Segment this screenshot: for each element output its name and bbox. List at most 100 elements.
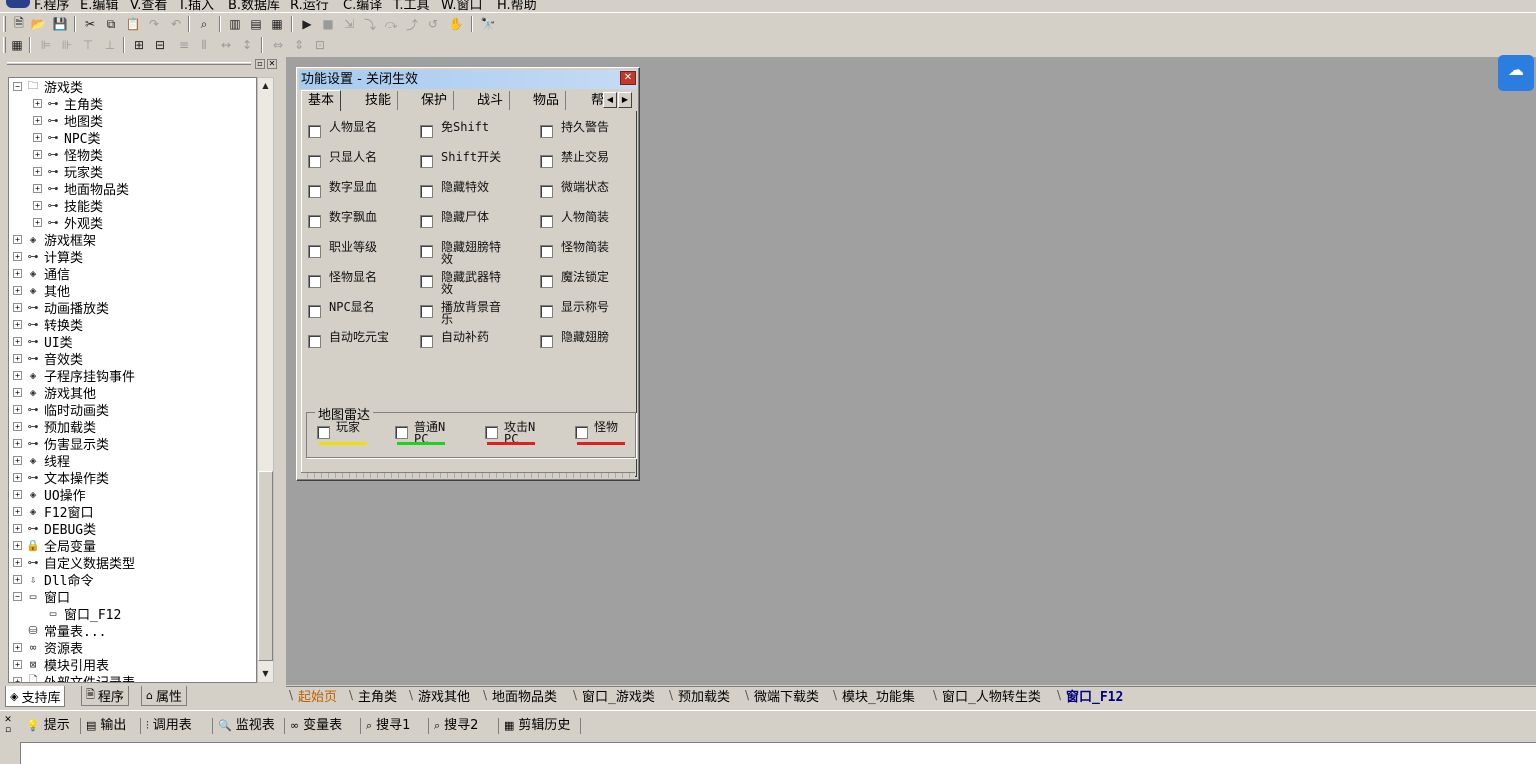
tree-toggle-icon[interactable]: + (13, 507, 22, 516)
option-checkbox[interactable] (540, 275, 553, 288)
menu-item[interactable]: E.编辑 (80, 0, 118, 11)
tree-scrollbar[interactable]: ▲ ▼ (257, 77, 274, 683)
tree-item[interactable]: + ◈ UO操作 (13, 486, 86, 504)
tree-item[interactable]: + ⊶ 转换类 (13, 316, 83, 334)
window-tab[interactable]: 起始页 (298, 688, 337, 707)
tree-toggle-icon[interactable]: + (13, 422, 22, 431)
tree-toggle-icon[interactable]: + (33, 99, 42, 108)
scroll-down-icon[interactable]: ▼ (258, 666, 273, 682)
option-checkbox[interactable] (420, 155, 433, 168)
option-checkbox[interactable] (308, 155, 321, 168)
same-height-icon[interactable]: ↕ (239, 37, 255, 53)
menu-item[interactable]: C.编译 (343, 0, 382, 11)
panel-tab[interactable]: 🗎 程序 (81, 686, 129, 706)
step-over-icon[interactable]: ⤼ (383, 16, 399, 32)
bottom-tab[interactable]: ▦ 剪辑历史 (504, 717, 570, 735)
option-checkbox[interactable] (540, 155, 553, 168)
step-out-icon[interactable]: ⤴ (404, 16, 420, 32)
step-icon[interactable]: ⇲ (341, 16, 357, 32)
option-checkbox[interactable] (540, 215, 553, 228)
cloud-sync-icon[interactable]: ☁ (1498, 55, 1534, 91)
settings-tab[interactable]: 物品 (527, 91, 567, 110)
menu-item[interactable]: T.工具 (393, 0, 430, 11)
tree-item[interactable]: + ⊶ 怪物类 (33, 146, 103, 164)
tree-toggle-icon[interactable]: + (13, 643, 22, 652)
option-checkbox[interactable] (308, 335, 321, 348)
tree-toggle-icon[interactable]: + (13, 235, 22, 244)
center-horizontal-icon[interactable]: ⊞ (131, 37, 147, 53)
tree-item[interactable]: + ⊶ NPC类 (33, 129, 100, 147)
option-checkbox[interactable] (540, 245, 553, 258)
space-vertical-icon[interactable]: ⫴ (196, 37, 212, 53)
binoculars-icon[interactable]: 🔭 (480, 16, 496, 32)
tree-toggle-icon[interactable]: + (13, 677, 22, 682)
tree-item[interactable]: + ⊶ 预加载类 (13, 418, 96, 436)
tab-scroll-left-icon[interactable]: ◀ (603, 92, 617, 108)
radar-checkbox[interactable] (485, 426, 498, 439)
tree-toggle-icon[interactable]: + (13, 456, 22, 465)
step-into-icon[interactable]: ⤵ (362, 16, 378, 32)
bottom-tab[interactable]: ▤ 输出 (86, 717, 126, 735)
option-checkbox[interactable] (420, 215, 433, 228)
layout-both-icon[interactable]: ▦ (269, 16, 285, 32)
layout-top-icon[interactable]: ▤ (248, 16, 264, 32)
tree-item[interactable]: + ⊶ 动画播放类 (13, 299, 109, 317)
option-checkbox[interactable] (420, 125, 433, 138)
tree-toggle-icon[interactable]: + (13, 269, 22, 278)
tab-scroll-right-icon[interactable]: ▶ (618, 92, 632, 108)
option-checkbox[interactable] (308, 305, 321, 318)
tree-item[interactable]: + ◈ 线程 (13, 452, 70, 470)
undo-icon[interactable]: ↶ (168, 16, 184, 32)
option-checkbox[interactable] (540, 125, 553, 138)
cut-icon[interactable]: ✂ (82, 16, 98, 32)
settings-tab[interactable]: 帮 (585, 91, 603, 110)
output-panel-close-icon[interactable]: ✕ ▫ (2, 715, 14, 735)
center-vertical-icon[interactable]: ⊟ (152, 37, 168, 53)
bottom-tab[interactable]: ⌕ 搜寻2 (434, 717, 478, 735)
tree-item[interactable]: + ⊶ DEBUG类 (13, 520, 96, 538)
tree-toggle-icon[interactable]: + (13, 405, 22, 414)
tree-item[interactable]: + ⊶ 玩家类 (33, 163, 103, 181)
radar-checkbox[interactable] (317, 426, 330, 439)
tree-item[interactable]: + ◈ 其他 (13, 282, 70, 300)
tree-toggle-icon[interactable]: + (13, 371, 22, 380)
tree-toggle-icon[interactable]: + (33, 167, 42, 176)
window-tab[interactable]: 微端下载类 (754, 688, 819, 707)
tree-toggle-icon[interactable]: + (33, 201, 42, 210)
panel-restore-icon[interactable]: ▫ (255, 59, 265, 69)
layout-left-icon[interactable]: ▥ (227, 16, 243, 32)
tree-item[interactable]: + ◈ 通信 (13, 265, 70, 283)
panel-close-icon[interactable]: ✕ (267, 59, 277, 69)
tree-toggle-icon[interactable] (33, 609, 42, 618)
tree-toggle-icon[interactable]: + (13, 575, 22, 584)
tree-item[interactable]: + ⊶ 伤害显示类 (13, 435, 109, 453)
tree-item[interactable]: + ⊶ 地面物品类 (33, 180, 129, 198)
align-top-icon[interactable]: ⊤ (80, 37, 96, 53)
option-checkbox[interactable] (540, 185, 553, 198)
tree-item[interactable]: + ⊶ 自定义数据类型 (13, 554, 135, 572)
stop-icon[interactable]: ■ (320, 16, 336, 32)
copy-icon[interactable]: ⧉ (103, 16, 119, 32)
align-right-icon[interactable]: ⊪ (59, 37, 75, 53)
tree-toggle-icon[interactable]: − (13, 592, 22, 601)
align-left-icon[interactable]: ⊫ (38, 37, 54, 53)
bottom-tab[interactable]: ⫶ 调用表 (146, 717, 192, 735)
option-checkbox[interactable] (308, 125, 321, 138)
tree-toggle-icon[interactable]: + (13, 354, 22, 363)
menu-item[interactable]: I.插入 (180, 0, 214, 11)
window-tab[interactable]: 游戏其他 (418, 688, 470, 707)
option-checkbox[interactable] (308, 215, 321, 228)
settings-tab[interactable]: 保护 (415, 91, 455, 110)
menu-item[interactable]: V.查看 (130, 0, 167, 11)
tree-toggle-icon[interactable]: + (13, 558, 22, 567)
tree-toggle-icon[interactable]: + (13, 303, 22, 312)
scroll-thumb[interactable] (258, 471, 273, 661)
tree-item[interactable]: + ⊶ 临时动画类 (13, 401, 109, 419)
paste-icon[interactable]: 📋 (125, 16, 141, 32)
tree-item[interactable]: + 🗋 外部文件记录表 (13, 673, 135, 682)
close-icon[interactable]: ✕ (620, 71, 636, 85)
tree-item[interactable]: + ⊶ 地图类 (33, 112, 103, 130)
tree-toggle-icon[interactable]: + (13, 286, 22, 295)
tree-item[interactable]: + ◈ 游戏框架 (13, 231, 96, 249)
window-tab[interactable]: 窗口_F12 (1066, 688, 1123, 707)
